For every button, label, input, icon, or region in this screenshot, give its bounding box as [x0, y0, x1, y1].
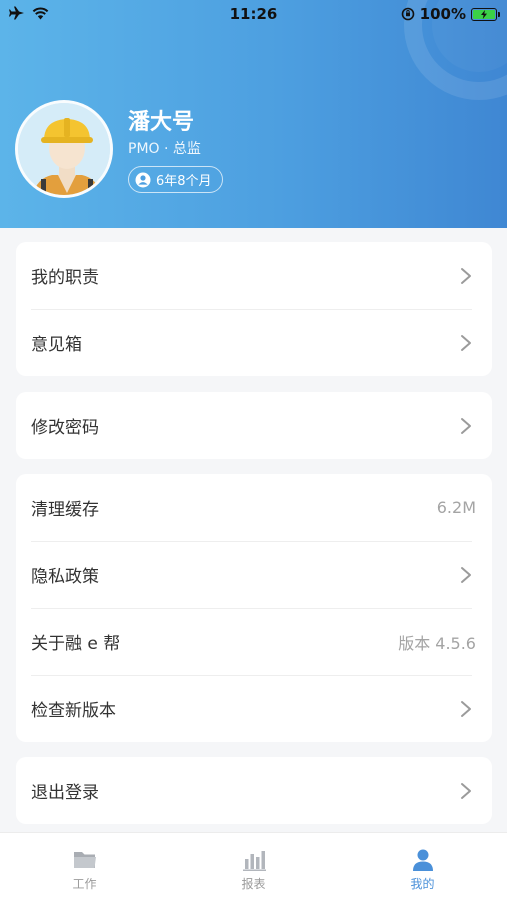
user-role: PMO · 总监 — [128, 141, 201, 157]
user-circle-icon — [135, 172, 151, 187]
tenure-badge: 6年8个月 — [128, 166, 223, 193]
menu-card-1: 我的职责 意见箱 — [16, 242, 492, 376]
avatar[interactable] — [15, 100, 113, 198]
menu-item-label: 关于融 e 帮 — [31, 634, 121, 654]
chevron-right-icon — [461, 334, 471, 351]
chevron-right-icon — [461, 267, 471, 284]
person-icon — [412, 849, 433, 871]
tab-label: 工作 — [72, 877, 97, 891]
chevron-right-icon — [461, 782, 471, 799]
menu-item-my-duties[interactable]: 我的职责 — [16, 242, 492, 309]
menu-item-clear-cache[interactable]: 清理缓存 6.2M — [16, 474, 492, 541]
tab-reports[interactable]: 报表 — [169, 833, 338, 900]
menu-item-privacy-policy[interactable]: 隐私政策 — [16, 541, 492, 608]
cache-size-value: 6.2M — [436, 498, 476, 517]
menu-item-label: 修改密码 — [31, 418, 99, 438]
menu-item-label: 退出登录 — [31, 783, 99, 803]
chevron-right-icon — [461, 417, 471, 434]
menu-item-logout[interactable]: 退出登录 — [16, 757, 492, 824]
tab-label: 报表 — [241, 877, 266, 891]
folder-icon — [73, 852, 96, 868]
bar-chart-icon — [242, 851, 266, 871]
tab-label: 我的 — [410, 877, 435, 891]
menu-item-label: 隐私政策 — [31, 567, 99, 587]
menu-item-label: 我的职责 — [31, 268, 99, 288]
menu-item-label: 意见箱 — [31, 335, 82, 355]
chevron-right-icon — [461, 566, 471, 583]
tenure-text: 6年8个月 — [156, 174, 212, 189]
user-name: 潘大号 — [128, 110, 195, 135]
menu-item-label: 检查新版本 — [31, 701, 116, 721]
menu-item-about[interactable]: 关于融 e 帮 版本 4.5.6 — [16, 608, 492, 675]
tab-bar: 工作 报表 我的 — [0, 832, 507, 900]
menu-item-check-update[interactable]: 检查新版本 — [16, 675, 492, 742]
orientation-lock-icon — [401, 7, 414, 21]
battery-charging-icon — [471, 7, 500, 21]
menu-item-feedback[interactable]: 意见箱 — [16, 309, 492, 376]
status-bar: 11:26 100% — [0, 0, 507, 28]
chevron-right-icon — [461, 700, 471, 717]
menu-item-label: 清理缓存 — [31, 500, 99, 520]
menu-card-4: 退出登录 — [16, 757, 492, 824]
tab-mine[interactable]: 我的 — [338, 833, 507, 900]
menu-card-3: 清理缓存 6.2M 隐私政策 关于融 e 帮 版本 4.5.6 检查新版本 — [16, 474, 492, 742]
menu-item-change-password[interactable]: 修改密码 — [16, 392, 492, 459]
menu-card-2: 修改密码 — [16, 392, 492, 459]
profile-header: 11:26 100% 潘大号 PMO · 总监 6年8个月 — [0, 0, 507, 228]
version-value: 版本 4.5.6 — [398, 633, 476, 653]
battery-percent: 100% — [419, 5, 466, 23]
tab-work[interactable]: 工作 — [0, 833, 169, 900]
